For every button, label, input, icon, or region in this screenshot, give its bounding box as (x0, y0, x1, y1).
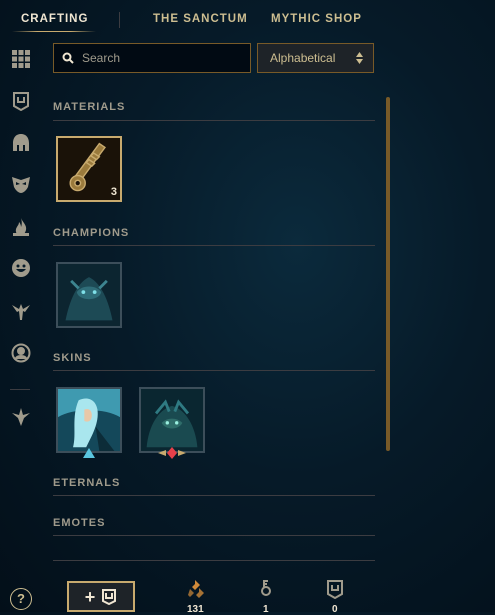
search-icon (62, 52, 74, 64)
skin-portrait (141, 389, 203, 451)
rarity-legendary-icon (158, 447, 186, 459)
filter-rail (0, 40, 42, 612)
tab-the-sanctum[interactable]: THE SANCTUM (153, 13, 248, 25)
section-divider (53, 370, 375, 371)
key-fragment-count: 1 (263, 604, 269, 615)
sort-arrows-icon (356, 52, 363, 64)
section-divider (53, 120, 375, 121)
add-label: + (84, 586, 96, 607)
material-tile-key[interactable]: 3 (56, 136, 122, 202)
rail-divider (10, 389, 30, 390)
section-divider (53, 535, 375, 536)
sort-dropdown[interactable]: Alphabetical (257, 43, 374, 73)
scrollbar-thumb[interactable] (386, 97, 390, 451)
help-button[interactable]: ? (10, 588, 32, 610)
section-title-champions: CHAMPIONS (53, 227, 130, 239)
material-count: 3 (110, 186, 117, 198)
profile-icon[interactable] (10, 342, 32, 364)
tab-divider (119, 12, 120, 28)
top-nav: CRAFTING THE SANCTUM MYTHIC SHOP (0, 0, 495, 40)
emote-face-icon[interactable] (10, 257, 32, 279)
chest-count-icon[interactable] (325, 579, 345, 600)
tab-mythic-shop[interactable]: MYTHIC SHOP (271, 13, 362, 25)
search-box[interactable] (53, 43, 251, 73)
tab-crafting[interactable]: CRAFTING (21, 13, 88, 25)
skin-tile[interactable] (139, 387, 205, 453)
key-fragment-icon[interactable] (256, 579, 276, 599)
chest-icon (102, 588, 117, 605)
eternals-icon[interactable] (10, 406, 32, 428)
rarity-epic-icon (83, 448, 95, 458)
summoner-icon-icon[interactable] (10, 300, 32, 322)
section-title-materials: MATERIALS (53, 101, 126, 113)
champion-tile[interactable] (56, 262, 122, 328)
sort-label: Alphabetical (270, 51, 336, 65)
section-divider (53, 245, 375, 246)
section-divider (53, 495, 375, 496)
chest-count: 0 (332, 604, 338, 615)
add-chest-button[interactable]: + (67, 581, 135, 612)
champion-helmet-icon[interactable] (10, 132, 32, 154)
skin-mask-icon[interactable] (10, 173, 32, 195)
grid-icon[interactable] (10, 48, 32, 70)
champion-portrait (58, 264, 120, 326)
chest-icon[interactable] (10, 90, 32, 112)
section-title-eternals: ETERNALS (53, 477, 121, 489)
orange-essence-icon[interactable] (186, 579, 206, 599)
skin-tile[interactable] (56, 387, 122, 453)
bottom-divider (53, 560, 375, 561)
ward-flame-icon[interactable] (10, 216, 32, 238)
orange-essence-count: 131 (187, 604, 204, 615)
search-input[interactable] (80, 50, 244, 66)
skin-portrait (58, 389, 120, 451)
section-title-emotes: EMOTES (53, 517, 106, 529)
section-title-skins: SKINS (53, 352, 92, 364)
active-tab-underline (12, 31, 96, 32)
